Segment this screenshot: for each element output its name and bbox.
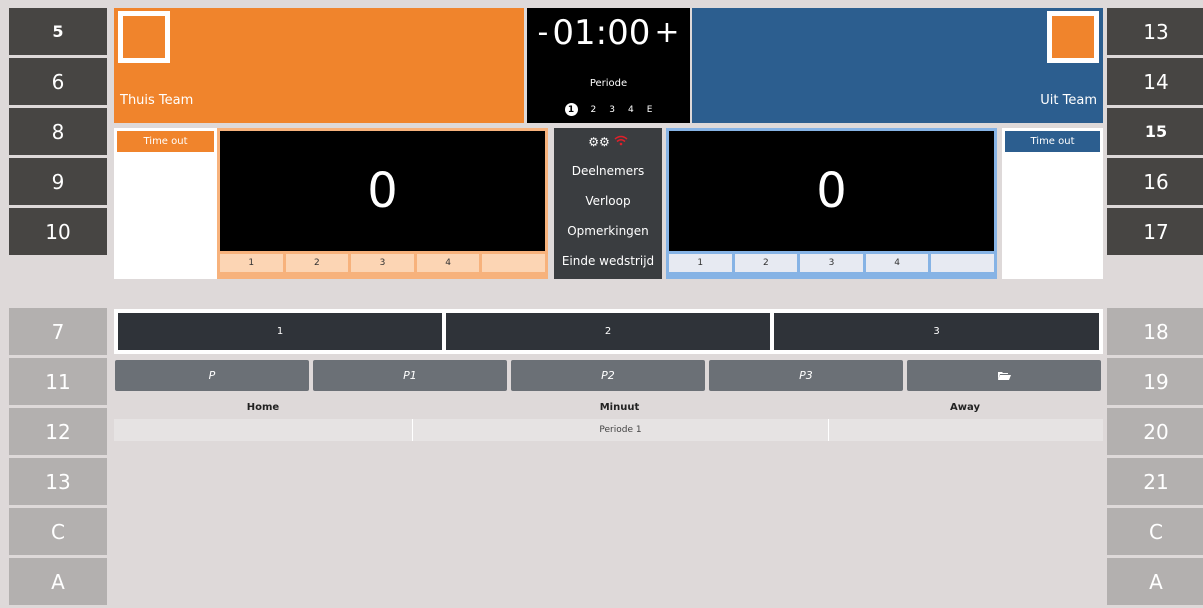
menu-item[interactable]: Deelnemers (554, 156, 662, 186)
home-team-name: Thuis Team (120, 93, 194, 108)
home-player-column: 5 6 8 9 10 7 11 12 13 C A (9, 8, 107, 608)
home-score[interactable]: 0 (220, 131, 545, 251)
log-header-away: Away (950, 401, 980, 413)
home-player-button[interactable]: C (9, 508, 107, 555)
home-player-button[interactable]: 8 (9, 108, 107, 155)
column-spacer (9, 258, 107, 308)
away-team-name: Uit Team (1040, 93, 1097, 108)
away-timeout-panel: Time out (1002, 128, 1103, 279)
home-player-button[interactable]: 9 (9, 158, 107, 205)
game-clock: - 01:00 + Periode 1 2 3 4 E (527, 8, 690, 123)
game-menu: ⚙⚙ Deelnemers Verloop Opmerkingen Einde wed… (554, 128, 662, 279)
clock-plus-button[interactable]: + (654, 18, 679, 48)
column-spacer (1107, 258, 1203, 308)
log-header-minute: Minuut (599, 401, 640, 413)
home-quarter-row: 1234 (220, 254, 545, 272)
folder-button[interactable] (907, 360, 1101, 391)
home-quarter-score[interactable]: 1 (220, 254, 283, 272)
home-team-panel[interactable]: Thuis Team (114, 8, 524, 123)
away-player-button[interactable]: 16 (1107, 158, 1203, 205)
menu-item[interactable]: Einde wedstrijd (554, 246, 662, 276)
period-option[interactable]: 3 (609, 105, 615, 116)
home-player-button[interactable]: 10 (9, 208, 107, 255)
away-timeout-button[interactable]: Time out (1005, 131, 1100, 152)
period-label: Periode (589, 78, 628, 89)
tab-p[interactable]: P (115, 360, 309, 391)
home-player-button[interactable]: 13 (9, 458, 107, 505)
home-player-button[interactable]: 5 (9, 8, 107, 55)
away-quarter-score[interactable]: 1 (669, 254, 732, 272)
log-header: Home Minuut Away (114, 397, 1103, 417)
home-quarter-score[interactable]: 4 (416, 254, 480, 272)
away-quarter-score[interactable]: 2 (734, 254, 798, 272)
period-option[interactable]: 1 (564, 103, 578, 116)
home-quarter-score[interactable]: 2 (285, 254, 349, 272)
away-score-box: 0 1234 (666, 128, 997, 279)
away-player-button[interactable]: 17 (1107, 208, 1203, 255)
tab-p1[interactable]: P1 (313, 360, 507, 391)
period-option[interactable]: 4 (628, 105, 634, 116)
home-timeout-panel: Time out (114, 128, 217, 279)
menu-icons: ⚙⚙ (554, 128, 662, 156)
home-player-button[interactable]: 7 (9, 308, 107, 355)
away-team-panel[interactable]: Uit Team (692, 8, 1103, 123)
period-option[interactable]: E (647, 105, 653, 116)
away-player-button[interactable]: 20 (1107, 408, 1203, 455)
away-quarter-row: 1234 (669, 254, 994, 272)
away-player-button[interactable]: C (1107, 508, 1203, 555)
log-cell-minute: Periode 1 (412, 419, 829, 441)
settings-gear-icon[interactable]: ⚙⚙ (588, 135, 610, 149)
home-player-button[interactable]: A (9, 558, 107, 605)
point-button-1[interactable]: 1 (118, 313, 442, 350)
away-player-column: 13 14 15 16 17 18 19 20 21 C A (1107, 8, 1203, 608)
home-quarter-score[interactable]: 3 (351, 254, 414, 272)
point-button-3[interactable]: 3 (774, 313, 1099, 350)
log-row: Periode 1 (114, 419, 1103, 441)
log-header-home: Home (246, 401, 280, 413)
period-option[interactable]: 2 (591, 105, 597, 116)
home-player-button[interactable]: 12 (9, 408, 107, 455)
clock-time[interactable]: 01:00 (552, 16, 650, 50)
period-selector: 1 2 3 4 E (527, 103, 690, 116)
point-button-2[interactable]: 2 (446, 313, 770, 350)
log-cell-away (829, 419, 1103, 441)
home-quarter-score[interactable] (482, 254, 545, 272)
home-player-button[interactable]: 6 (9, 58, 107, 105)
menu-item[interactable]: Verloop (554, 186, 662, 216)
log-cell-home (114, 419, 412, 441)
home-team-logo (118, 11, 170, 63)
wifi-icon (614, 135, 628, 149)
away-player-button[interactable]: 19 (1107, 358, 1203, 405)
away-team-logo (1047, 11, 1099, 63)
away-quarter-score[interactable]: 4 (865, 254, 929, 272)
folder-open-icon (998, 372, 1011, 380)
home-timeout-button[interactable]: Time out (117, 131, 214, 152)
tab-p2[interactable]: P2 (511, 360, 705, 391)
away-quarter-score[interactable]: 3 (800, 254, 863, 272)
away-player-button[interactable]: 14 (1107, 58, 1203, 105)
period-tab-row: P P1 P2 P3 (114, 360, 1103, 392)
home-score-box: 0 1234 (217, 128, 548, 279)
away-player-button[interactable]: 18 (1107, 308, 1203, 355)
point-type-bar: 1 2 3 (114, 309, 1103, 354)
clock-minus-button[interactable]: - (538, 18, 549, 48)
menu-item[interactable]: Opmerkingen (554, 216, 662, 246)
away-quarter-score[interactable] (931, 254, 994, 272)
away-player-button[interactable]: 15 (1107, 108, 1203, 155)
away-player-button[interactable]: 13 (1107, 8, 1203, 55)
home-player-button[interactable]: 11 (9, 358, 107, 405)
tab-p3[interactable]: P3 (709, 360, 903, 391)
away-score[interactable]: 0 (669, 131, 994, 251)
away-player-button[interactable]: 21 (1107, 458, 1203, 505)
away-player-button[interactable]: A (1107, 558, 1203, 605)
